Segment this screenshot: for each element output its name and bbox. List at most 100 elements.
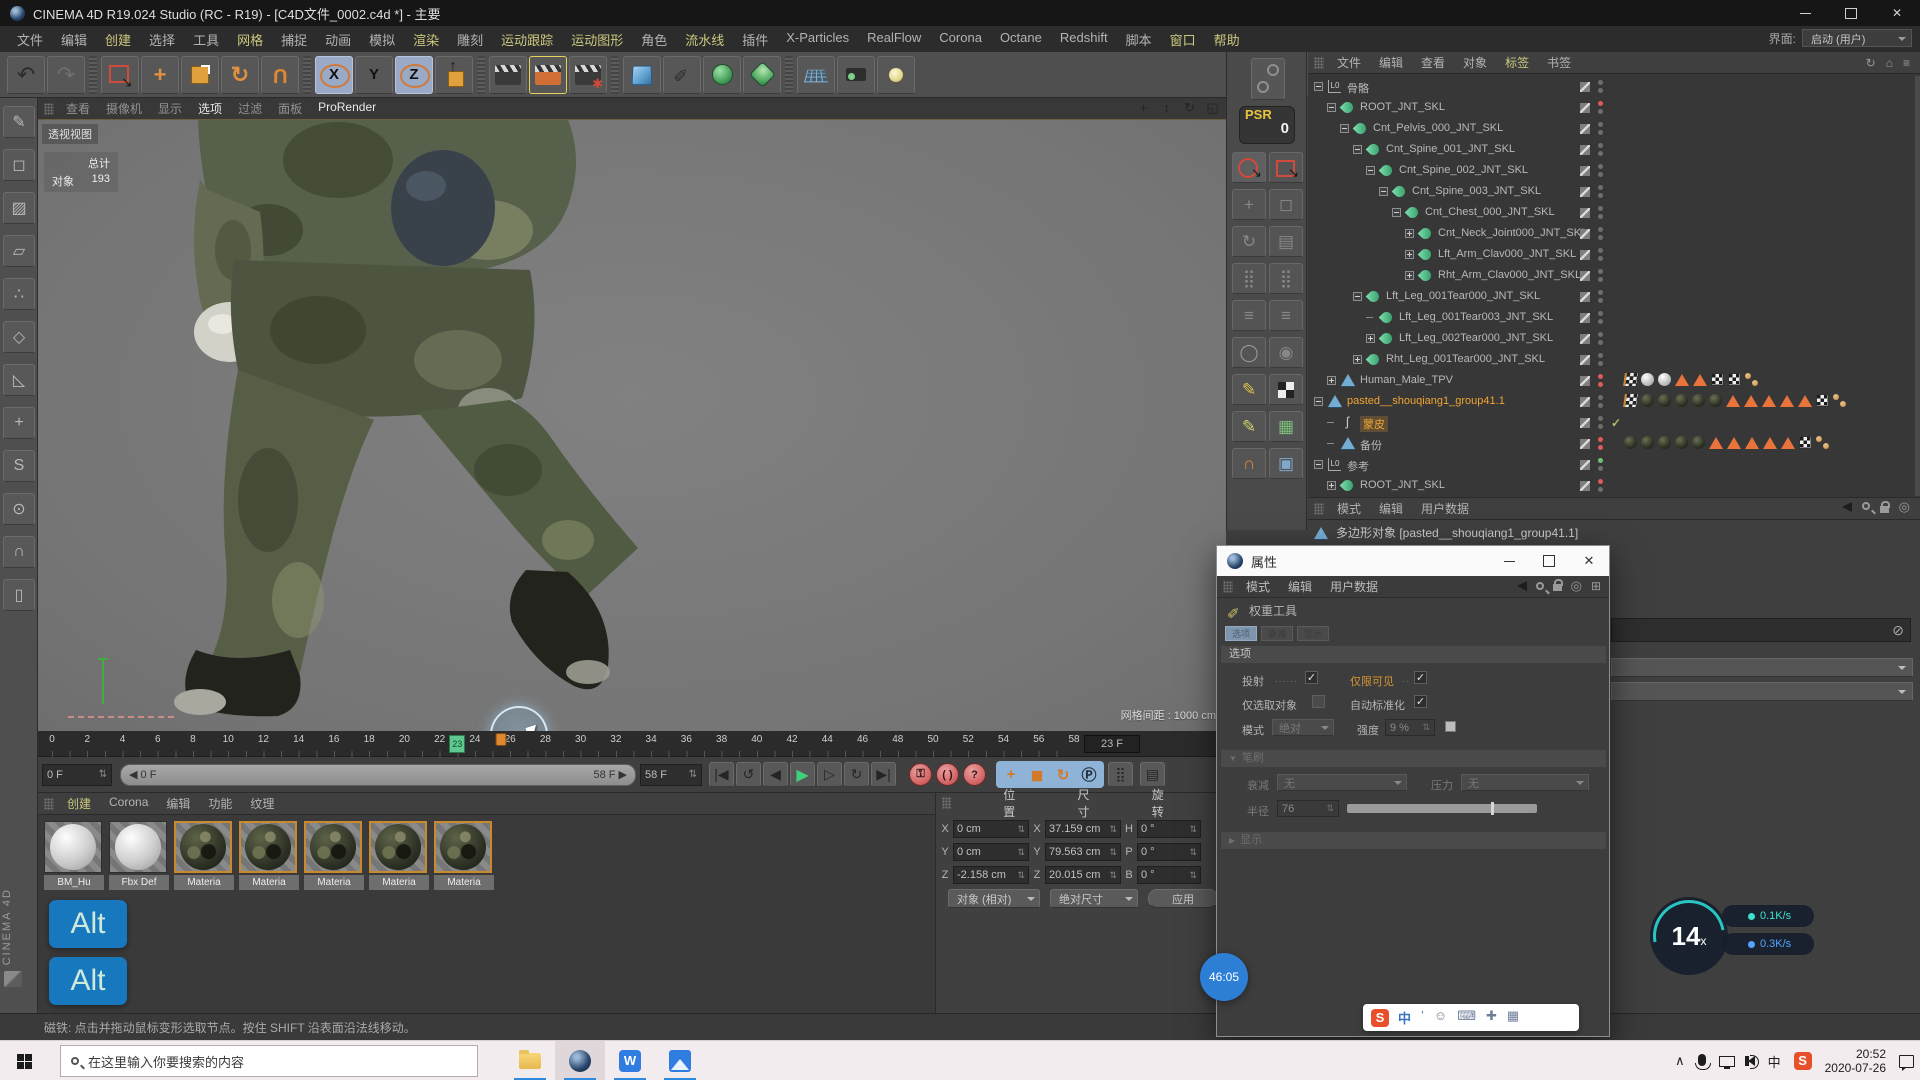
psr-reset-button[interactable]: PSR 0 [1239, 106, 1295, 144]
display-section-header[interactable]: ▶显示 [1221, 832, 1606, 849]
tree-row[interactable]: Cnt_Neck_Joint000_JNT_SKL [1308, 223, 1920, 244]
expand-icon[interactable] [1405, 250, 1414, 259]
layer-swatch-icon[interactable] [1580, 187, 1590, 197]
drag-handle-icon[interactable] [44, 798, 54, 810]
layer-swatch-icon[interactable] [1580, 124, 1590, 134]
clock[interactable]: 20:52 2020-07-26 [1825, 1047, 1886, 1075]
collapse-icon[interactable] [1314, 82, 1323, 91]
menu-item[interactable]: 动画 [325, 30, 351, 49]
render-settings-button[interactable] [569, 56, 607, 94]
attribute-menu-item[interactable]: 用户数据 [1421, 500, 1469, 517]
scale-tool[interactable] [181, 56, 219, 94]
material-tag-icon[interactable] [1692, 394, 1705, 407]
y-axis-lock-button[interactable]: Y [355, 56, 393, 94]
layer-swatch-icon[interactable] [1580, 439, 1590, 449]
radius-slider[interactable] [1347, 804, 1537, 813]
selected-only-checkbox[interactable]: ✓ [1312, 695, 1325, 708]
size-y-field[interactable]: 79.563 cm⇅ [1045, 843, 1121, 861]
material-menu-item[interactable]: 编辑 [166, 795, 190, 812]
material-menu-item[interactable]: 功能 [208, 795, 232, 812]
skin-grid-icon[interactable]: ▦ [1507, 1008, 1519, 1027]
record-scale-button[interactable]: ◼ [1024, 763, 1050, 786]
previous-frame-button[interactable]: ◀ [763, 762, 788, 787]
rotation-p-field[interactable]: 0 °⇅ [1137, 843, 1201, 861]
menu-item[interactable]: 脚本 [1126, 30, 1152, 49]
record-parameter-button[interactable]: Ⓟ [1076, 763, 1102, 786]
selection-tag-icon[interactable] [1709, 437, 1723, 449]
properties-maximize-button[interactable] [1529, 546, 1569, 576]
camera-button[interactable] [837, 56, 875, 94]
scale-tool-disabled[interactable]: ◻ [1269, 189, 1303, 220]
collapse-icon[interactable] [1327, 103, 1336, 112]
emoji-icon[interactable]: ☺ [1434, 1008, 1447, 1027]
timeline-playhead[interactable]: 23 [449, 735, 465, 753]
tree-row[interactable]: Lft_Leg_001Tear000_JNT_SKL [1308, 286, 1920, 307]
sogou-input-bar[interactable]: S 中’☺⌨✚▦ [1363, 1004, 1579, 1031]
target-icon[interactable]: ◎ [1571, 581, 1582, 591]
object-manager-corner-icon[interactable]: ↻ [1866, 56, 1876, 70]
object-name[interactable]: Cnt_Chest_000_JNT_SKL [1425, 206, 1555, 218]
object-name[interactable]: 备份 [1360, 437, 1382, 453]
drag-handle-icon[interactable] [942, 797, 951, 809]
mirror-button[interactable]: ▯ [3, 579, 35, 611]
paint-brush-button[interactable]: ✎ [1232, 374, 1266, 405]
selected-object-row[interactable]: 多边形对象 [pasted__shouqiang1_group41.1] [1314, 524, 1578, 541]
object-name[interactable]: Cnt_Pelvis_000_JNT_SKL [1373, 122, 1503, 134]
menu-item[interactable]: 选择 [149, 30, 175, 49]
visibility-dots[interactable] [1598, 416, 1604, 430]
layout-button[interactable]: ▣ [1269, 448, 1303, 479]
coordinate-system-button[interactable] [435, 56, 473, 94]
material-menu-item[interactable]: Corona [109, 795, 148, 812]
object-manager-menu-item[interactable]: 对象 [1463, 54, 1487, 71]
collapse-icon[interactable] [1340, 124, 1349, 133]
attribute-menu-item[interactable]: 模式 [1337, 500, 1361, 517]
make-editable-button[interactable]: ✎ [3, 106, 35, 138]
render-picture-viewer-button[interactable] [529, 56, 567, 94]
visibility-dots[interactable] [1598, 353, 1604, 367]
uvw-tag-icon[interactable] [1728, 373, 1741, 386]
edges-mode-button[interactable]: ◇ [3, 321, 35, 353]
collapse-icon[interactable] [1366, 166, 1375, 175]
rotation-h-field[interactable]: 0 °⇅ [1137, 820, 1201, 838]
microphone-icon[interactable] [1698, 1054, 1706, 1066]
model-mode-button[interactable]: ◻ [3, 149, 35, 181]
tree-row[interactable]: Rht_Arm_Clav000_JNT_SKL [1308, 265, 1920, 286]
layer-swatch-icon[interactable] [1580, 397, 1590, 407]
layer-swatch-icon[interactable] [1580, 481, 1590, 491]
magnet-button[interactable]: ∩ [1232, 448, 1266, 479]
strength-field[interactable]: 9 %⇅ [1385, 719, 1435, 736]
tray-chevron-icon[interactable]: ∧ [1675, 1053, 1685, 1069]
material-tag-icon[interactable] [1675, 394, 1688, 407]
object-name[interactable]: Lft_Arm_Clav000_JNT_SKL [1438, 248, 1576, 260]
layer-swatch-icon[interactable] [1580, 166, 1590, 176]
menu-item[interactable]: RealFlow [867, 30, 921, 49]
tree-row[interactable]: Cnt_Spine_002_JNT_SKL [1308, 160, 1920, 181]
menu-item[interactable]: 网格 [237, 30, 263, 49]
close-button[interactable] [1874, 0, 1920, 26]
view-label[interactable]: 透视视图 [42, 124, 98, 144]
visibility-dots[interactable] [1598, 479, 1604, 493]
visibility-dots[interactable] [1598, 269, 1604, 283]
goto-start-button[interactable]: |◀ [709, 762, 734, 787]
collapse-icon[interactable] [1353, 292, 1362, 301]
object-name[interactable]: Rht_Leg_001Tear000_JNT_SKL [1386, 353, 1545, 365]
selection-tag-icon[interactable] [1693, 374, 1707, 386]
play-backwards-button[interactable]: ↺ [736, 762, 761, 787]
tree-row[interactable]: Rht_Leg_001Tear000_JNT_SKL [1308, 349, 1920, 370]
sogou-logo-icon[interactable]: S [1371, 1009, 1389, 1027]
visibility-dots[interactable] [1598, 290, 1604, 304]
taskbar-cinema4d[interactable] [555, 1041, 605, 1080]
menu-item[interactable]: 雕刻 [457, 30, 483, 49]
material-tag-icon[interactable] [1641, 436, 1654, 449]
material-tag-icon[interactable] [1658, 373, 1671, 386]
position-y-field[interactable]: 0 cm⇅ [953, 843, 1029, 861]
menu-item[interactable]: 渲染 [413, 30, 439, 49]
bone-tag-icon[interactable] [1745, 373, 1758, 386]
menu-item[interactable]: 流水线 [685, 30, 724, 49]
record-position-button[interactable]: + [998, 763, 1024, 786]
z-axis-lock-button[interactable]: Z [395, 56, 433, 94]
uvw-tag-icon[interactable] [1816, 394, 1829, 407]
properties-minimize-button[interactable] [1489, 546, 1529, 576]
lock-icon[interactable] [1880, 506, 1889, 513]
attribute-dropdown-2[interactable] [1611, 682, 1913, 701]
